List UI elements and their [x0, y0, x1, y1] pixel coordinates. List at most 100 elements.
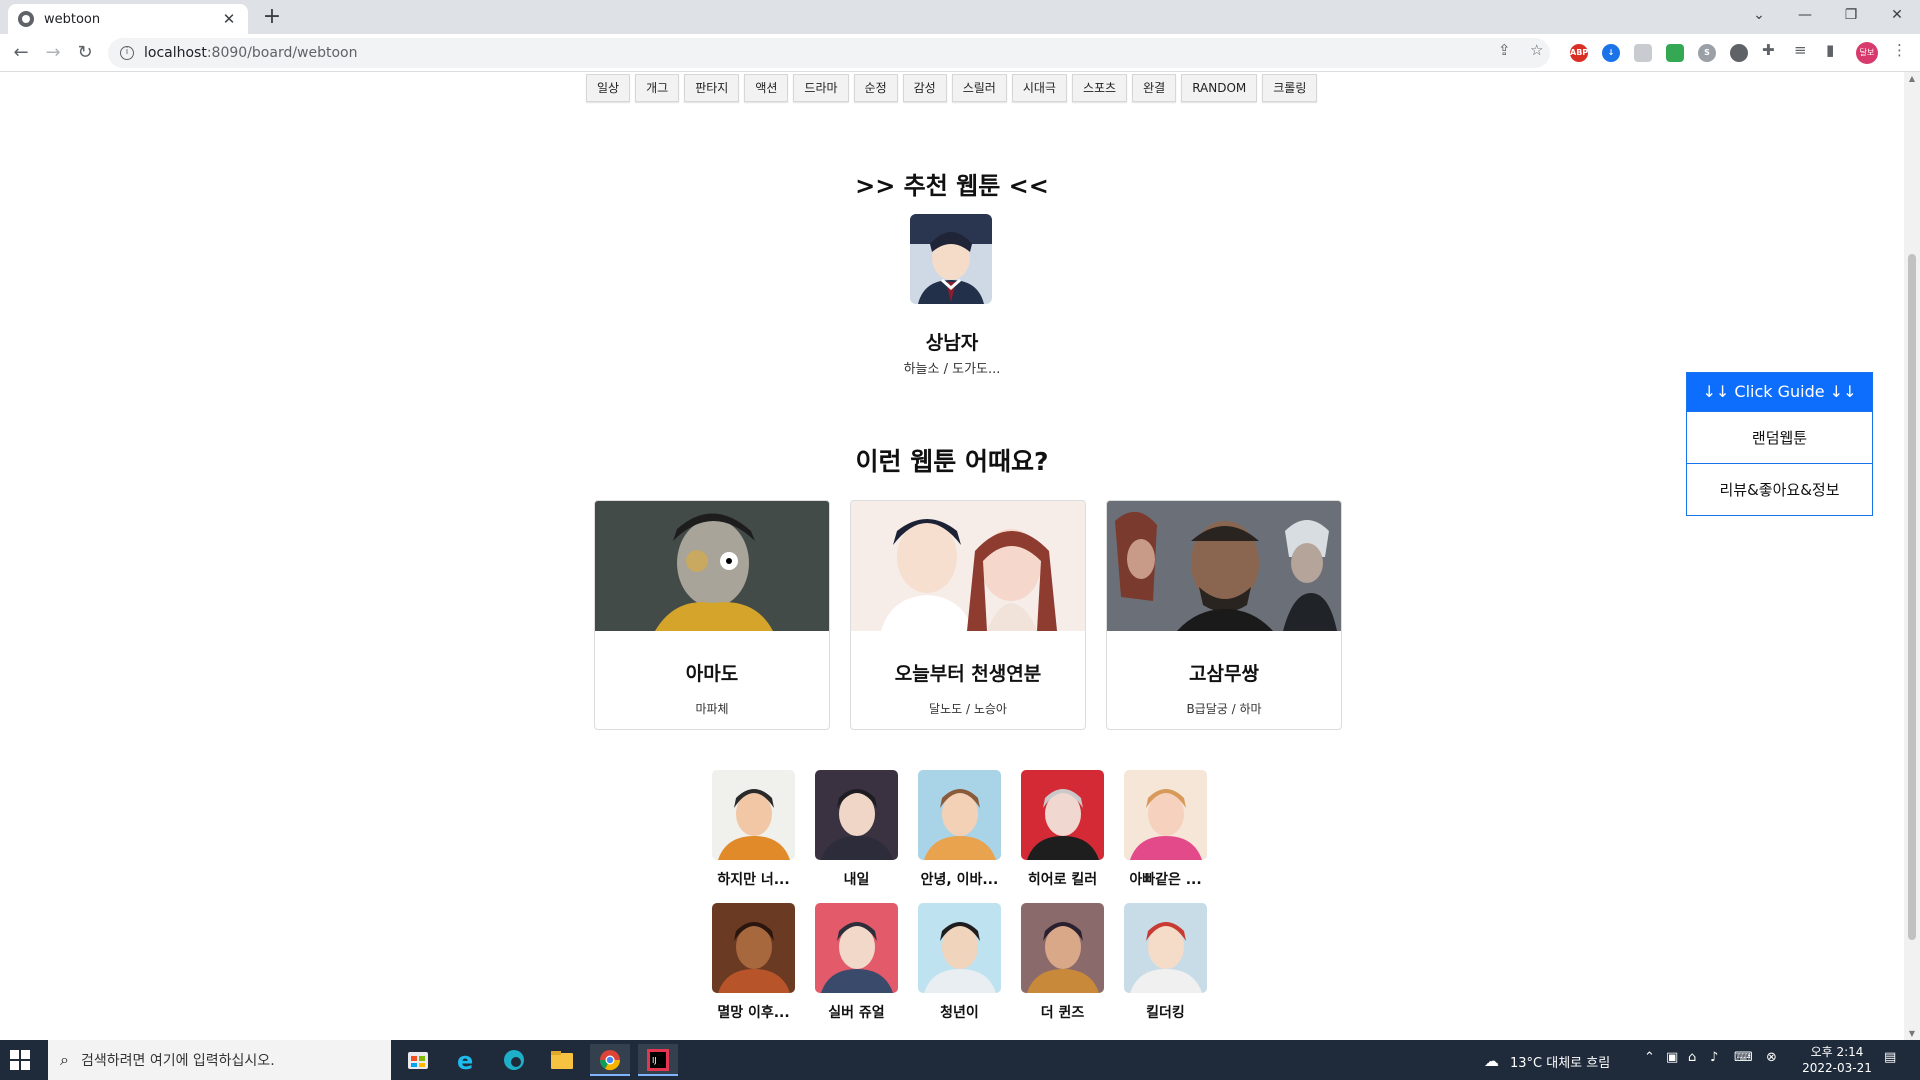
- side-panel-icon[interactable]: ▮: [1826, 41, 1834, 59]
- genre-button[interactable]: 스포츠: [1071, 74, 1128, 102]
- address-bar[interactable]: i localhost:8090/board/webtoon: [108, 38, 1550, 68]
- green-extension-icon[interactable]: [1666, 44, 1684, 62]
- genre-button[interactable]: 액션: [744, 74, 789, 102]
- adblock-extension-icon[interactable]: ABP: [1570, 44, 1588, 62]
- suggestion-card[interactable]: 오늘부터 천생연분 달노도 / 노승아: [850, 500, 1086, 730]
- scroll-up-icon[interactable]: ▲: [1908, 74, 1916, 83]
- ime-status-icon[interactable]: ⊗: [1766, 1050, 1777, 1065]
- recommended-authors: 하늘소 / 도가도...: [903, 362, 1001, 377]
- clock-date[interactable]: 2022-03-21: [1796, 1061, 1878, 1075]
- webtoon-thumbnail: [815, 770, 898, 860]
- genre-button[interactable]: 드라마: [793, 74, 849, 102]
- download-extension-icon[interactable]: ↓: [1602, 44, 1620, 62]
- close-window-button[interactable]: ✕: [1874, 0, 1920, 30]
- restore-button[interactable]: ❐: [1828, 0, 1874, 30]
- edge-browser-icon[interactable]: [494, 1044, 534, 1076]
- taskbar-search-box[interactable]: ⌕ 검색하려면 여기에 입력하십시오.: [48, 1040, 391, 1080]
- suggestion-card[interactable]: 아마도 마파체: [594, 500, 830, 730]
- suggestion-card[interactable]: 고삼무쌍 B급달궁 / 하마: [1106, 500, 1342, 730]
- suggestions-heading: 이런 웹툰 어때요?: [855, 447, 1049, 476]
- webtoon-grid-item[interactable]: 히어로 킬러: [1021, 770, 1104, 889]
- genre-button[interactable]: 순정: [853, 74, 898, 102]
- weather-icon[interactable]: ☁: [1484, 1052, 1499, 1070]
- close-tab-icon[interactable]: ✕: [220, 10, 238, 28]
- recommended-thumbnail[interactable]: [910, 214, 992, 304]
- bookmark-star-icon[interactable]: ☆: [1530, 41, 1543, 59]
- internet-explorer-icon[interactable]: e: [446, 1044, 486, 1076]
- cloud-extension-icon[interactable]: [1634, 44, 1652, 62]
- clock-time[interactable]: 오후 2:14: [1800, 1043, 1874, 1060]
- webtoon-title: 멸망 이후...: [717, 1005, 790, 1021]
- genre-button[interactable]: RANDOM: [1181, 74, 1258, 102]
- genre-button[interactable]: 크롤링: [1262, 74, 1318, 102]
- genre-button[interactable]: 일상: [586, 74, 631, 102]
- tab-search-icon[interactable]: ⌄: [1736, 0, 1782, 30]
- search-icon: ⌕: [60, 1050, 69, 1069]
- webtoon-thumbnail: [1021, 770, 1104, 860]
- globe-icon: [18, 11, 34, 27]
- profile-avatar[interactable]: 달보: [1856, 42, 1878, 64]
- genre-button[interactable]: 스릴러: [951, 74, 1007, 102]
- webtoon-grid-item[interactable]: 안녕, 이바...: [918, 770, 1001, 889]
- recommended-title[interactable]: 상남자: [0, 328, 1904, 355]
- meet-now-icon[interactable]: ▣: [1666, 1050, 1678, 1065]
- webtoon-grid-item[interactable]: 멸망 이후...: [712, 903, 795, 1022]
- page-scrollbar[interactable]: ▲ ▼: [1904, 72, 1920, 1040]
- tray-chevron-icon[interactable]: ⌃: [1644, 1050, 1655, 1065]
- page-viewport: 일상 개그 판타지 액션 드라마 순정 감성 스릴러 시대극 스포츠 완결 RANDOM 크롤링 >> …: [0, 72, 1904, 1040]
- webtoon-grid-item[interactable]: 킬더킹: [1124, 903, 1207, 1022]
- webtoon-grid-item[interactable]: 하지만 너...: [712, 770, 795, 889]
- file-explorer-icon[interactable]: [542, 1044, 582, 1076]
- random-webtoon-button[interactable]: 랜덤웹툰: [1687, 411, 1872, 463]
- card-artwork: [851, 501, 1085, 631]
- scroll-down-icon[interactable]: ▼: [1908, 1029, 1916, 1038]
- svg-text:IJ: IJ: [652, 1056, 657, 1065]
- genre-button[interactable]: 개그: [635, 74, 680, 102]
- genre-button[interactable]: 시대극: [1011, 74, 1067, 102]
- globe-extension-icon[interactable]: [1730, 44, 1748, 62]
- intellij-ide-icon[interactable]: IJ: [638, 1044, 678, 1076]
- webtoon-thumbnail: [712, 770, 795, 860]
- genre-button[interactable]: 완결: [1132, 74, 1177, 102]
- forward-arrow-icon[interactable]: →: [40, 40, 66, 66]
- minimize-button[interactable]: —: [1782, 0, 1828, 30]
- back-arrow-icon[interactable]: ←: [8, 40, 34, 66]
- webtoon-thumbnail: [815, 903, 898, 993]
- new-tab-button[interactable]: +: [258, 4, 286, 32]
- webtoon-grid-item[interactable]: 청년이: [918, 903, 1001, 1022]
- volume-icon[interactable]: ♪: [1710, 1050, 1718, 1065]
- webtoon-title: 히어로 킬러: [1027, 872, 1098, 888]
- webtoon-grid-item[interactable]: 더 퀸즈: [1021, 903, 1104, 1022]
- notification-icon[interactable]: ▤: [1884, 1050, 1896, 1065]
- browser-toolbar: ← → ↻ i localhost:8090/board/webtoon ⇪ ☆…: [0, 34, 1920, 72]
- webtoon-thumbnail: [712, 903, 795, 993]
- click-guide-header[interactable]: ↓↓ Click Guide ↓↓: [1687, 373, 1872, 411]
- webtoon-grid-item[interactable]: 실버 쥬얼: [815, 903, 898, 1022]
- genre-button[interactable]: 판타지: [684, 74, 740, 102]
- webtoon-title: 청년이: [940, 1005, 979, 1021]
- webtoon-grid-item[interactable]: 내일: [815, 770, 898, 889]
- share-icon[interactable]: ⇪: [1498, 41, 1511, 59]
- windows-start-icon[interactable]: [10, 1050, 30, 1070]
- s-extension-icon[interactable]: S: [1698, 44, 1716, 62]
- browser-tab[interactable]: webtoon ✕: [8, 4, 248, 34]
- webtoon-grid-item[interactable]: 아빠같은 ...: [1124, 770, 1207, 889]
- card-title: 아마도: [685, 663, 739, 685]
- webtoon-title: 아빠같은 ...: [1129, 872, 1202, 888]
- store-app-icon[interactable]: [398, 1044, 438, 1076]
- webtoon-thumbnail: [1124, 770, 1207, 860]
- browser-menu-icon[interactable]: ⋮: [1892, 41, 1907, 59]
- scrollbar-thumb[interactable]: [1908, 254, 1916, 940]
- site-info-icon[interactable]: i: [120, 46, 134, 60]
- webtoon-title: 안녕, 이바...: [920, 872, 999, 888]
- reading-list-icon[interactable]: ≡: [1794, 41, 1807, 59]
- chrome-browser-icon[interactable]: [590, 1044, 630, 1076]
- network-icon[interactable]: ⌂: [1688, 1050, 1696, 1065]
- extensions-puzzle-icon[interactable]: ✚: [1762, 41, 1775, 59]
- review-like-info-button[interactable]: 리뷰&좋아요&정보: [1687, 463, 1872, 515]
- keyboard-icon[interactable]: ⌨: [1734, 1050, 1753, 1065]
- genre-button[interactable]: 감성: [902, 74, 947, 102]
- webtoon-thumbnail: [918, 903, 1001, 993]
- reload-icon[interactable]: ↻: [72, 40, 98, 66]
- weather-text[interactable]: 13°C 대체로 흐림: [1510, 1052, 1610, 1071]
